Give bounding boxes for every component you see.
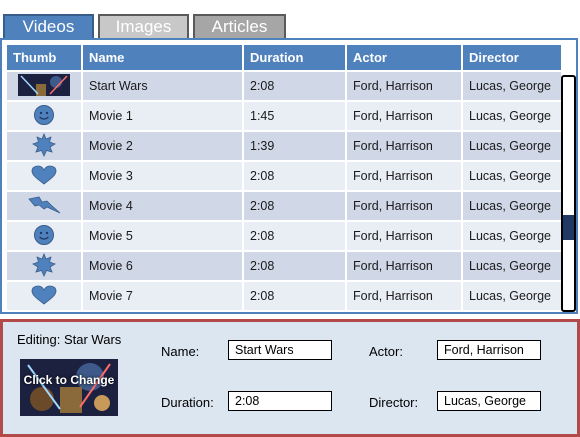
table-row[interactable]: Movie 3 2:08 Ford, Harrison Lucas, George — [7, 160, 563, 191]
cell-duration: 2:08 — [243, 190, 347, 221]
scrollbar-thumb[interactable] — [563, 215, 574, 240]
video-table-panel: Thumb Name Duration Actor Director Start… — [0, 38, 578, 314]
director-field[interactable] — [437, 391, 541, 411]
table-row[interactable]: Movie 5 2:08 Ford, Harrison Lucas, George — [7, 220, 563, 251]
table-row[interactable]: Movie 1 1:45 Ford, Harrison Lucas, George — [7, 100, 563, 131]
cell-director: Lucas, George — [462, 250, 563, 281]
cell-name: Movie 4 — [82, 190, 244, 221]
tab-articles[interactable]: Articles — [193, 14, 286, 38]
heart-icon — [7, 160, 83, 191]
cell-director: Lucas, George — [462, 160, 563, 191]
cell-duration: 1:45 — [243, 100, 347, 131]
column-header-actor[interactable]: Actor — [346, 45, 463, 71]
cell-name: Movie 3 — [82, 160, 244, 191]
click-to-change-label: Click to Change — [23, 373, 115, 387]
editing-panel: Editing: Star Wars Click to Change Name:… — [0, 319, 580, 437]
column-header-duration[interactable]: Duration — [243, 45, 347, 71]
tab-videos[interactable]: Videos — [3, 14, 94, 38]
name-field[interactable] — [228, 340, 332, 360]
cell-actor: Ford, Harrison — [346, 190, 463, 221]
lightning-icon — [7, 190, 83, 221]
actor-field[interactable] — [437, 340, 541, 360]
cell-director: Lucas, George — [462, 190, 563, 221]
cell-actor: Ford, Harrison — [346, 70, 463, 101]
cell-director: Lucas, George — [462, 130, 563, 161]
smiley-icon — [7, 220, 83, 251]
cell-duration: 2:08 — [243, 70, 347, 101]
actor-label: Actor: — [369, 344, 403, 359]
cell-actor: Ford, Harrison — [346, 250, 463, 281]
table-row[interactable]: Movie 7 2:08 Ford, Harrison Lucas, George — [7, 280, 563, 310]
cell-duration: 2:08 — [243, 280, 347, 310]
editing-title: Editing: Star Wars — [17, 332, 122, 347]
smiley-icon — [7, 100, 83, 131]
heart-icon — [7, 280, 83, 310]
column-header-name[interactable]: Name — [82, 45, 244, 71]
cell-name: Movie 5 — [82, 220, 244, 251]
cell-actor: Ford, Harrison — [346, 220, 463, 251]
director-label: Director: — [369, 395, 419, 410]
cell-actor: Ford, Harrison — [346, 280, 463, 310]
table-row[interactable]: Movie 2 1:39 Ford, Harrison Lucas, George — [7, 130, 563, 161]
tab-images[interactable]: Images — [98, 14, 189, 38]
cell-actor: Ford, Harrison — [346, 100, 463, 131]
tab-bar: Videos Images Articles — [0, 0, 580, 40]
vertical-scrollbar[interactable] — [561, 75, 576, 312]
table-row[interactable]: Movie 4 2:08 Ford, Harrison Lucas, George — [7, 190, 563, 221]
cell-actor: Ford, Harrison — [346, 130, 463, 161]
cell-duration: 1:39 — [243, 130, 347, 161]
cell-name: Movie 6 — [82, 250, 244, 281]
starburst-icon — [7, 250, 83, 281]
cell-director: Lucas, George — [462, 70, 563, 101]
table-row[interactable]: Movie 6 2:08 Ford, Harrison Lucas, George — [7, 250, 563, 281]
table-row[interactable]: Start Wars 2:08 Ford, Harrison Lucas, Georg… — [7, 70, 563, 101]
cell-name: Movie 7 — [82, 280, 244, 310]
cell-name: Movie 2 — [82, 130, 244, 161]
starburst-icon — [7, 130, 83, 161]
cell-actor: Ford, Harrison — [346, 160, 463, 191]
duration-field[interactable] — [228, 391, 332, 411]
cell-duration: 2:08 — [243, 160, 347, 191]
cell-duration: 2:08 — [243, 220, 347, 251]
cell-name: Movie 1 — [82, 100, 244, 131]
cell-duration: 2:08 — [243, 250, 347, 281]
name-label: Name: — [161, 344, 200, 359]
cell-name: Start Wars — [82, 70, 244, 101]
thumbnail-preview-button[interactable]: Click to Change — [20, 359, 118, 416]
cell-director: Lucas, George — [462, 220, 563, 251]
cell-director: Lucas, George — [462, 280, 563, 310]
video-table: Thumb Name Duration Actor Director Start… — [7, 45, 563, 310]
duration-label: Duration: — [161, 395, 214, 410]
column-header-thumb[interactable]: Thumb — [7, 45, 83, 71]
cell-director: Lucas, George — [462, 100, 563, 131]
star-wars-poster-icon — [7, 70, 83, 101]
column-header-director[interactable]: Director — [462, 45, 563, 71]
table-header-row: Thumb Name Duration Actor Director — [7, 45, 563, 71]
